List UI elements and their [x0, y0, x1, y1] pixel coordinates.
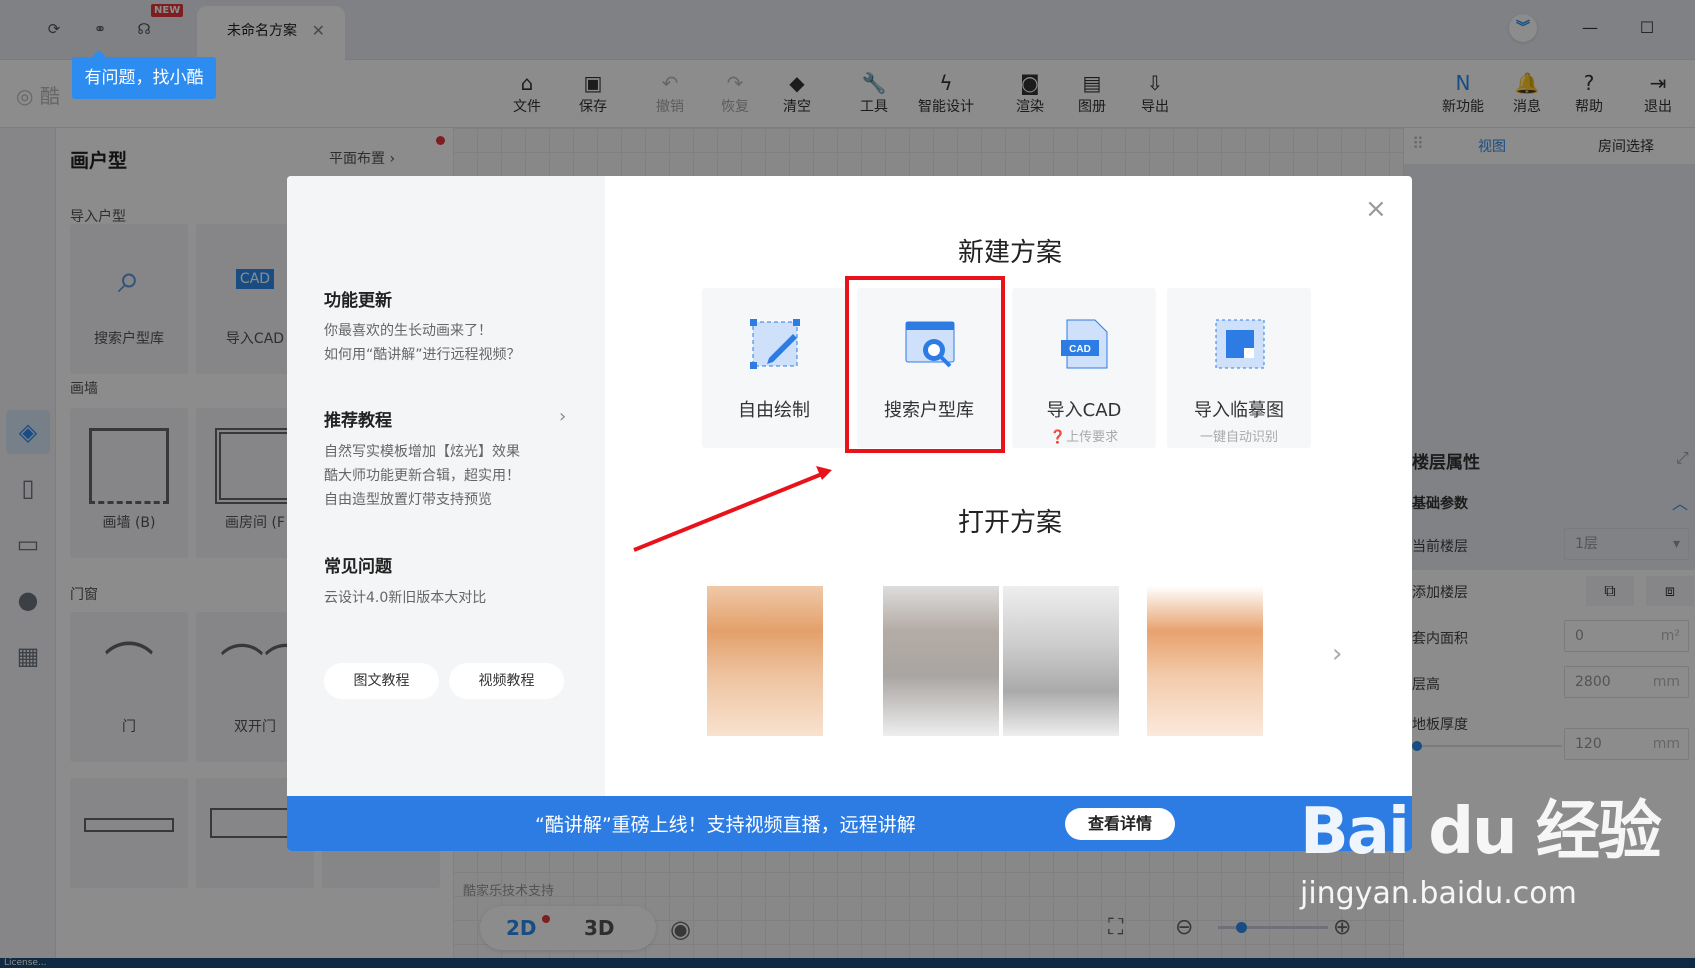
annotation-arrow-icon [633, 466, 832, 552]
new-plan-title: 新建方案 [957, 238, 1062, 268]
tutorial-heading: 推荐教程 [324, 406, 410, 435]
next-page-icon[interactable]: › [1332, 639, 1342, 669]
cad-file-icon: CAD [1061, 319, 1108, 369]
feature-update-line-2[interactable]: 如何用“酷讲解”进行远程视频？ [324, 343, 521, 367]
tutorial-line-2[interactable]: 酷大师功能更新合辑，超实用！ [324, 464, 520, 488]
text-tutorial-button[interactable]: 图文教程 [324, 663, 439, 699]
svg-text:CAD: CAD [1069, 344, 1091, 355]
baidu-watermark: Bai du 经验 jingyan.baidu.com [1300, 780, 1662, 911]
banner-text: “酷讲解”重磅上线！支持视频直播，远程讲解 [535, 814, 916, 836]
upload-requirements-link[interactable]: ❓上传要求 [1012, 426, 1156, 445]
feature-update-line-1[interactable]: 你最喜欢的生长动画来了！ [324, 319, 492, 343]
plan-thumbnail-3[interactable] [1003, 586, 1119, 736]
free-draw-icon [750, 319, 800, 369]
help-circle-icon: ❓ [1049, 430, 1067, 445]
recent-plans-list [707, 556, 1307, 736]
faq-line-1[interactable]: 云设计4.0新旧版本大对比 [324, 586, 486, 610]
free-draw-option[interactable]: 自由绘制 [702, 288, 846, 448]
close-icon[interactable]: × [1365, 194, 1387, 224]
chevron-right-icon[interactable]: › [559, 406, 566, 427]
open-plan-title: 打开方案 [957, 508, 1062, 538]
video-tutorial-button[interactable]: 视频教程 [449, 663, 564, 699]
promo-banner: “酷讲解”重磅上线！支持视频直播，远程讲解 查看详情 [287, 796, 1412, 851]
plan-thumbnail-1[interactable] [707, 586, 823, 736]
import-trace-option[interactable]: 导入临摹图 一键自动识别 [1167, 288, 1311, 448]
app-window: ⟳ ⚭ ☊ NEW 未命名方案 ✕ ︾ — ☐ ⌂ 文件 ▣ 保存 ↶ 撤销 ↷ 恢复 … [0, 0, 1695, 968]
plan-thumbnail-4[interactable] [1147, 586, 1263, 736]
help-tooltip[interactable]: 有问题，找小酷 [72, 50, 216, 99]
watermark-brand: Bai du 经验 [1300, 795, 1662, 869]
plan-thumbnail-2[interactable] [883, 586, 999, 736]
highlight-box [845, 276, 1005, 453]
tutorial-line-1[interactable]: 自然写实模板增加【炫光】效果 [324, 440, 520, 464]
tutorial-line-3[interactable]: 自由造型放置灯带支持预览 [324, 488, 492, 512]
import-cad-option[interactable]: CAD 导入CAD ❓上传要求 [1012, 288, 1156, 448]
new-plan-dialog: 功能更新 你最喜欢的生长动画来了！ 如何用“酷讲解”进行远程视频？ 推荐教程 ›… [287, 176, 1412, 851]
feature-update-heading: 功能更新 [324, 286, 410, 315]
faq-heading: 常见问题 [324, 552, 410, 581]
dialog-sidebar: 功能更新 你最喜欢的生长动画来了！ 如何用“酷讲解”进行远程视频？ 推荐教程 ›… [287, 176, 605, 796]
watermark-url: jingyan.baidu.com [1300, 876, 1577, 911]
view-details-button[interactable]: 查看详情 [1065, 808, 1175, 840]
trace-image-icon [1215, 319, 1265, 369]
